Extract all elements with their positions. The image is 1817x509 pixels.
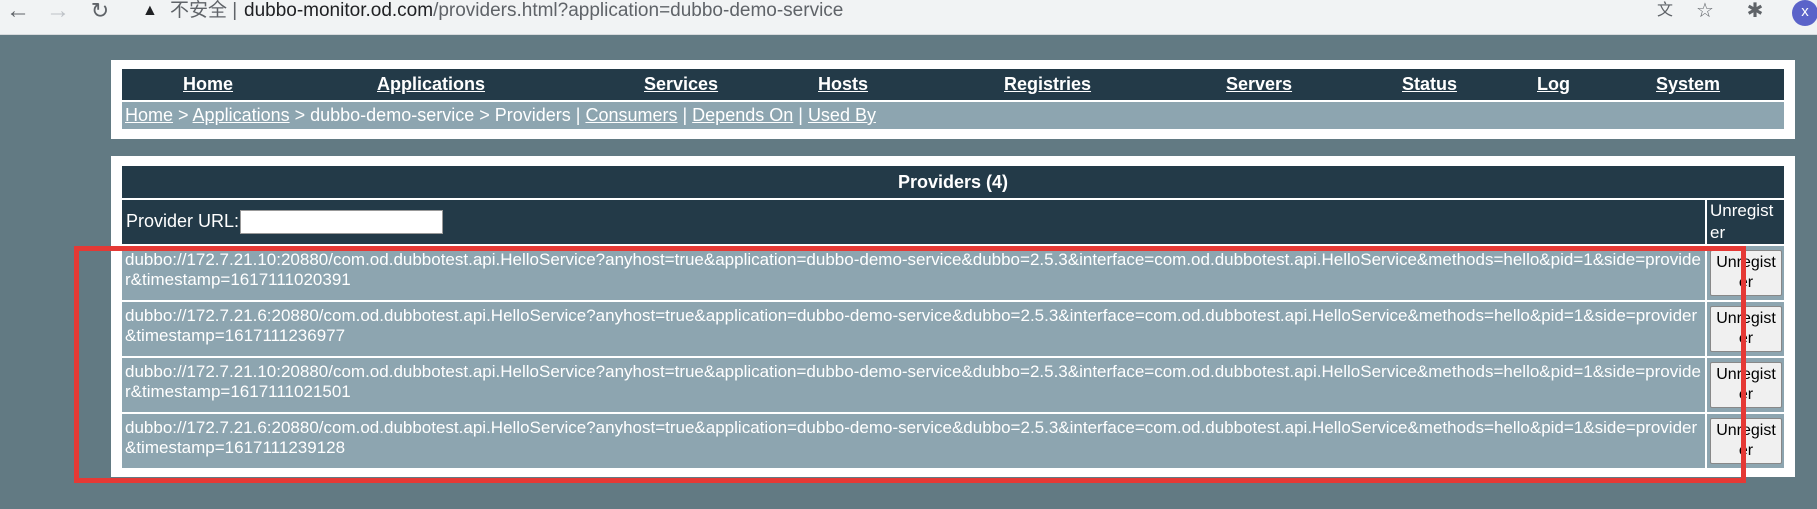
unregister-button[interactable]: Unregister <box>1710 306 1782 352</box>
breadcrumb-sep: > <box>289 105 311 125</box>
menu-hosts[interactable]: Hosts <box>818 69 868 100</box>
main-menu: Home Applications Services Hosts Registr… <box>122 69 1784 100</box>
table-row: dubbo://172.7.21.10:20880/com.od.dubbote… <box>122 246 1705 300</box>
menu-applications[interactable]: Applications <box>377 69 485 100</box>
link-depends-on[interactable]: Depends On <box>692 105 793 125</box>
breadcrumb-home[interactable]: Home <box>125 105 173 125</box>
insecure-label: 不安全 | <box>170 0 238 21</box>
row-action-cell: Unregister <box>1707 414 1784 468</box>
filter-label: Provider URL: <box>126 211 240 231</box>
menu-status[interactable]: Status <box>1402 69 1457 100</box>
row-action-cell: Unregister <box>1707 246 1784 300</box>
table-caption: Providers (4) <box>122 166 1784 198</box>
forward-icon[interactable]: → <box>44 0 72 23</box>
breadcrumb-applications[interactable]: Applications <box>193 105 290 125</box>
breadcrumb-current: Providers <box>494 105 571 125</box>
reload-icon[interactable]: ↻ <box>86 0 114 22</box>
menu-servers[interactable]: Servers <box>1226 69 1292 100</box>
filter-header: Provider URL: <box>122 200 1705 244</box>
address-bar[interactable]: ▲ 不安全 | dubbo-monitor.od.com/providers.h… <box>130 0 1730 26</box>
table-row: dubbo://172.7.21.6:20880/com.od.dubbotes… <box>122 414 1705 468</box>
star-icon[interactable]: ☆ <box>1692 0 1718 22</box>
link-used-by[interactable]: Used By <box>808 105 876 125</box>
menu-services[interactable]: Services <box>644 69 718 100</box>
table-row: dubbo://172.7.21.10:20880/com.od.dubbote… <box>122 358 1705 412</box>
row-action-cell: Unregister <box>1707 358 1784 412</box>
breadcrumb-pipe: | <box>570 105 586 125</box>
providers-panel: Providers (4) Provider URL: Unregister d… <box>111 156 1795 477</box>
browser-toolbar: ← → ↻ ▲ 不安全 | dubbo-monitor.od.com/provi… <box>0 0 1817 35</box>
breadcrumb-pipe: | <box>677 105 693 125</box>
unregister-button[interactable]: Unregister <box>1710 250 1782 296</box>
unregister-column-header: Unregister <box>1707 200 1784 244</box>
breadcrumb: Home > Applications > dubbo-demo-service… <box>122 102 1784 129</box>
warning-icon: ▲ <box>142 2 158 19</box>
nav-panel: Home Applications Services Hosts Registr… <box>111 60 1795 139</box>
menu-registries[interactable]: Registries <box>1004 69 1091 100</box>
breadcrumb-application: dubbo-demo-service <box>310 105 475 125</box>
breadcrumb-pipe: | <box>793 105 808 125</box>
menu-log[interactable]: Log <box>1537 69 1570 100</box>
unregister-button[interactable]: Unregister <box>1710 362 1782 408</box>
table-row: dubbo://172.7.21.6:20880/com.od.dubbotes… <box>122 302 1705 356</box>
menu-system[interactable]: System <box>1656 69 1720 100</box>
url-text: dubbo-monitor.od.com/providers.html?appl… <box>244 0 844 21</box>
translate-icon[interactable]: 文 <box>1652 0 1678 22</box>
extensions-icon[interactable]: ✱ <box>1742 0 1768 22</box>
breadcrumb-sep: > <box>173 105 193 125</box>
breadcrumb-sep: > <box>474 105 495 125</box>
row-action-cell: Unregister <box>1707 302 1784 356</box>
menu-home[interactable]: Home <box>183 69 233 100</box>
unregister-button[interactable]: Unregister <box>1710 418 1782 464</box>
back-icon[interactable]: ← <box>4 0 32 23</box>
provider-url-filter-input[interactable] <box>240 210 443 234</box>
link-consumers[interactable]: Consumers <box>585 105 677 125</box>
avatar[interactable]: x <box>1792 0 1817 26</box>
